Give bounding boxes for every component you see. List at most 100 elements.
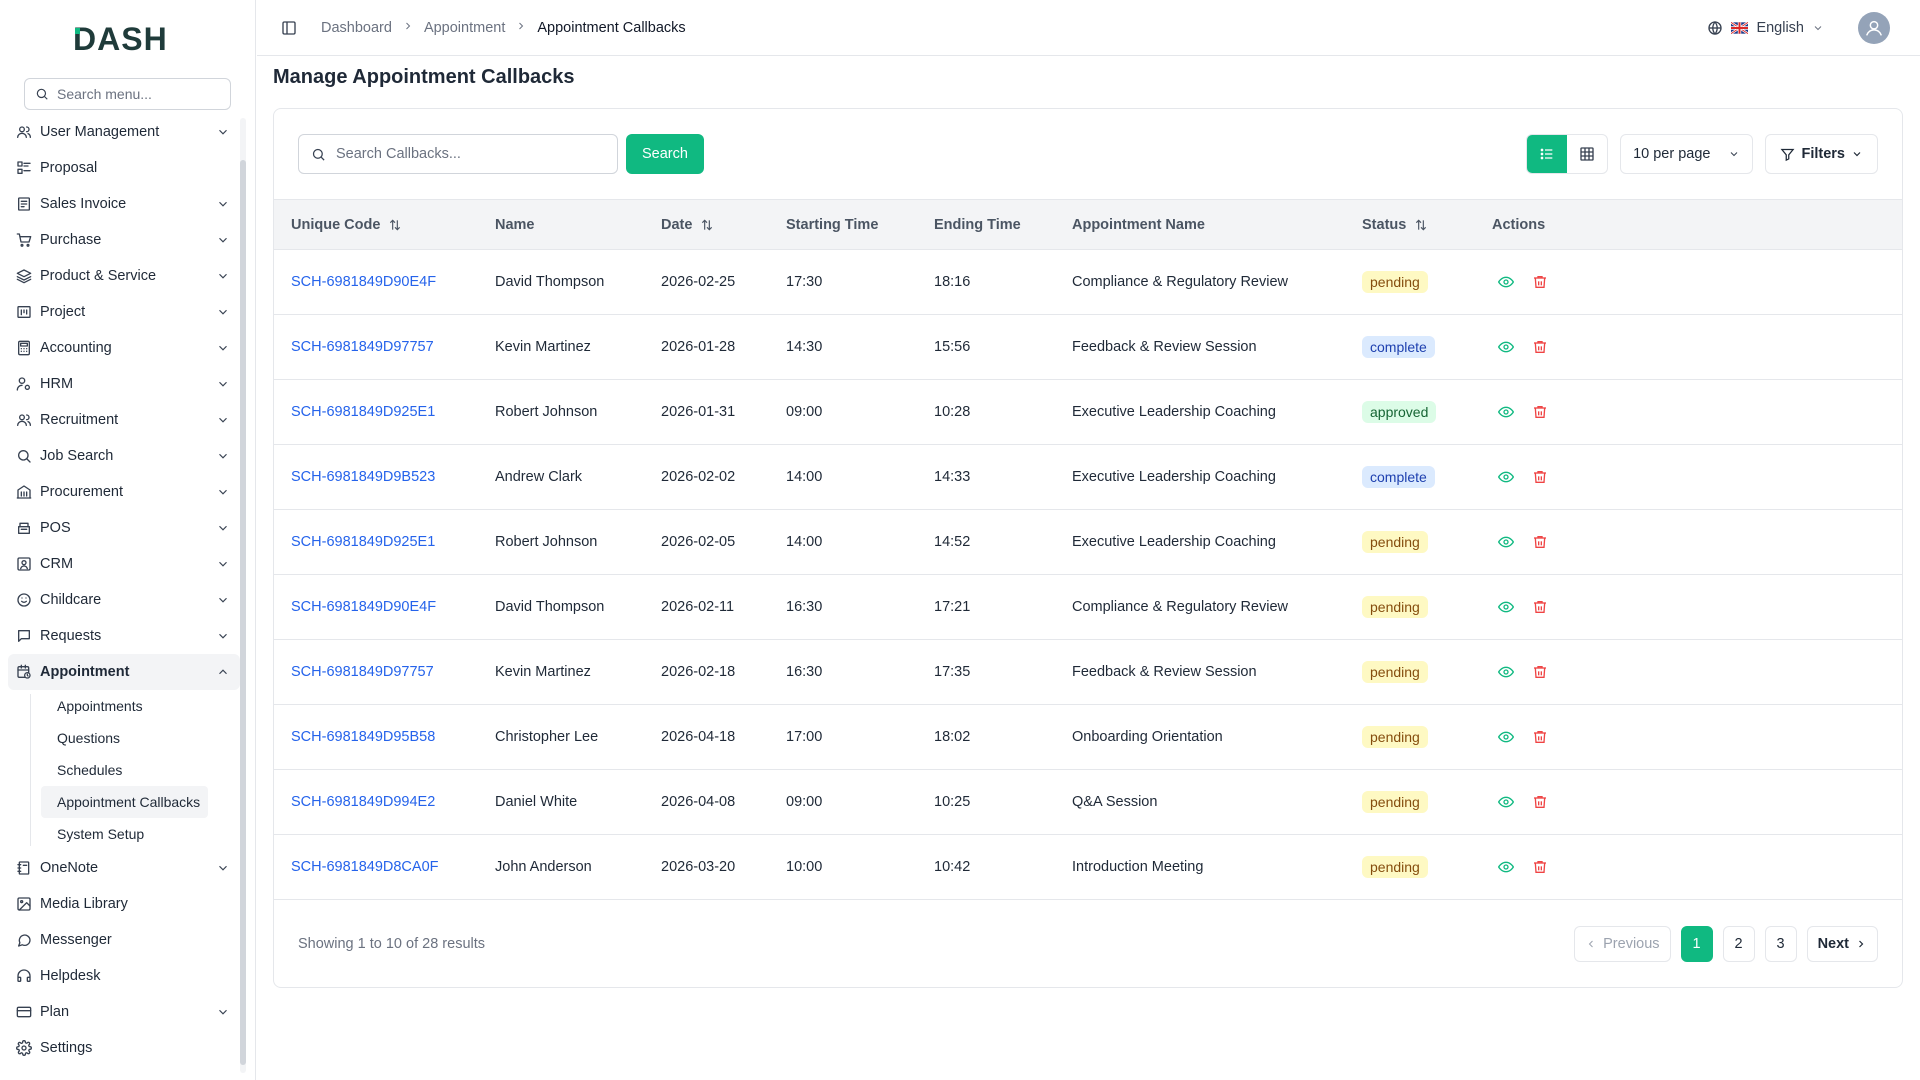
sidebar-item-user-management[interactable]: User Management [8,114,240,150]
sidebar-item-sales-invoice[interactable]: Sales Invoice [8,186,240,222]
view-eye-icon[interactable] [1498,469,1514,485]
callbacks-card: Search Callbacks... Search 10 per page F… [273,108,1903,988]
page-2-button[interactable]: 2 [1722,926,1755,962]
unique-code-link[interactable]: SCH-6981849D90E4F [274,250,478,315]
view-eye-icon[interactable] [1498,599,1514,615]
callbacks-table: Unique Code Name Date Starting Time Endi… [274,199,1902,900]
breadcrumb-dashboard[interactable]: Dashboard [321,20,392,36]
view-eye-icon[interactable] [1498,859,1514,875]
unique-code-link[interactable]: SCH-6981849D994E2 [274,770,478,835]
view-eye-icon[interactable] [1498,404,1514,420]
search-button[interactable]: Search [626,134,704,174]
delete-trash-icon[interactable] [1532,339,1548,355]
sidebar-item-appointment[interactable]: Appointment [8,654,240,690]
chevron-down-icon [216,125,230,139]
col-date[interactable]: Date [644,200,769,250]
delete-trash-icon[interactable] [1532,534,1548,550]
toggle-sidebar-button[interactable] [275,14,303,42]
sort-icon[interactable] [1414,218,1428,232]
unique-code-link[interactable]: SCH-6981849D90E4F [274,575,478,640]
grid-view-button[interactable] [1567,135,1607,173]
per-page-select[interactable]: 10 per page [1620,134,1754,174]
sidebar-subitem-questions[interactable]: Questions [41,722,128,754]
cell-end-time: 17:21 [934,599,971,615]
chevron-down-icon [216,557,230,571]
sidebar-subitem-appointment-callbacks[interactable]: Appointment Callbacks [41,786,209,818]
unique-code-link[interactable]: SCH-6981849D95B58 [274,705,478,770]
col-unique-code[interactable]: Unique Code [274,200,478,250]
avatar[interactable] [1858,11,1890,44]
page-3-button[interactable]: 3 [1764,926,1797,962]
sort-icon[interactable] [388,218,402,232]
unique-code-link[interactable]: SCH-6981849D97757 [274,315,478,380]
sidebar-subitem-system-setup[interactable]: System Setup [41,818,152,850]
delete-trash-icon[interactable] [1532,599,1548,615]
table-row: SCH-6981849D925E1 Robert Johnson 2026-02-0… [274,510,1902,575]
sidebar-item-requests[interactable]: Requests [8,618,240,654]
sidebar-item-hrm[interactable]: HRM [8,366,240,402]
sidebar-subitem-schedules[interactable]: Schedules [41,754,130,786]
view-eye-icon[interactable] [1498,274,1514,290]
cell-appointment-name: Executive Leadership Coaching [1072,404,1276,420]
view-eye-icon[interactable] [1498,729,1514,745]
sidebar-item-media-library[interactable]: Media Library [8,886,240,922]
sidebar-item-messenger[interactable]: Messenger [8,922,240,958]
menu-search-input[interactable]: Search menu... [24,78,231,110]
unique-code-link[interactable]: SCH-6981849D8CA0F [274,835,478,900]
proposal-icon [16,160,32,176]
sort-icon[interactable] [700,218,714,232]
sidebar-scrollbar-thumb[interactable] [240,160,246,1065]
sidebar-item-crm[interactable]: CRM [8,546,240,582]
sidebar-item-job-search[interactable]: Job Search [8,438,240,474]
sidebar-item-plan[interactable]: Plan [8,994,240,1030]
list-view-button[interactable] [1527,135,1568,173]
view-eye-icon[interactable] [1498,339,1514,355]
delete-trash-icon[interactable] [1532,274,1548,290]
unique-code-link[interactable]: SCH-6981849D925E1 [274,380,478,445]
cell-start-time: 14:00 [786,534,823,550]
cell-appointment-name: Feedback & Review Session [1072,664,1257,680]
crm-icon [16,556,32,572]
filters-button[interactable]: Filters [1765,134,1878,174]
unique-code-link[interactable]: SCH-6981849D97757 [274,640,478,705]
cell-date: 2026-02-02 [661,469,736,485]
delete-trash-icon[interactable] [1532,794,1548,810]
view-eye-icon[interactable] [1498,794,1514,810]
delete-trash-icon[interactable] [1532,664,1548,680]
sidebar-item-onenote[interactable]: OneNote [8,850,240,886]
sidebar-item-label: Recruitment [40,412,119,428]
sidebar-item-helpdesk[interactable]: Helpdesk [8,958,240,994]
sidebar-item-accounting[interactable]: Accounting [8,330,240,366]
logo[interactable]: DASH [0,0,255,78]
delete-trash-icon[interactable] [1532,859,1548,875]
sidebar-item-recruitment[interactable]: Recruitment [8,402,240,438]
sidebar-item-procurement[interactable]: Procurement [8,474,240,510]
sidebar-item-project[interactable]: Project [8,294,240,330]
unique-code-link[interactable]: SCH-6981849D9B523 [274,445,478,510]
sidebar-subitem-appointments[interactable]: Appointments [41,690,151,722]
cell-name: Daniel White [495,794,578,810]
sidebar-item-settings[interactable]: Settings [8,1030,240,1066]
page-1-button[interactable]: 1 [1680,926,1713,962]
next-page-button[interactable]: Next [1806,926,1878,962]
callback-search-input[interactable]: Search Callbacks... [298,134,618,174]
delete-trash-icon[interactable] [1532,729,1548,745]
view-eye-icon[interactable] [1498,664,1514,680]
sidebar-item-product-and-service[interactable]: Product & Service [8,258,240,294]
sidebar-item-pos[interactable]: POS [8,510,240,546]
view-eye-icon[interactable] [1498,534,1514,550]
sidebar-item-proposal[interactable]: Proposal [8,150,240,186]
status-badge: pending [1362,856,1428,878]
delete-trash-icon[interactable] [1532,469,1548,485]
breadcrumb-appointment[interactable]: Appointment [424,20,505,36]
language-selector[interactable]: English [1707,20,1824,36]
sidebar-item-purchase[interactable]: Purchase [8,222,240,258]
image-icon [16,896,32,912]
sidebar-item-childcare[interactable]: Childcare [8,582,240,618]
per-page-value: 10 per page [1633,146,1711,162]
chevron-down-icon [216,413,230,427]
col-status[interactable]: Status [1345,200,1475,250]
delete-trash-icon[interactable] [1532,404,1548,420]
unique-code-link[interactable]: SCH-6981849D925E1 [274,510,478,575]
previous-page-button[interactable]: Previous [1574,926,1671,962]
